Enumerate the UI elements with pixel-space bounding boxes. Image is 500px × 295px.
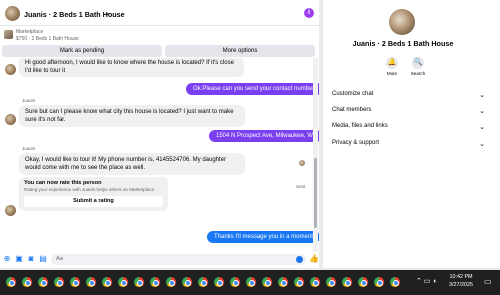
scroll-thumb[interactable] — [314, 158, 317, 228]
chrome-icon[interactable] — [294, 277, 304, 287]
chrome-icon[interactable] — [310, 277, 320, 287]
seen-avatar — [299, 160, 305, 166]
chrome-icon[interactable] — [262, 277, 272, 287]
chrome-icon[interactable] — [182, 277, 192, 287]
mark-as-pending-button[interactable]: Mark as pending — [2, 45, 162, 57]
chrome-icon[interactable] — [38, 277, 48, 287]
chrome-icon[interactable] — [22, 277, 32, 287]
sender-name: Juanis — [22, 98, 36, 103]
rating-card: You can now rate this person Rating your… — [19, 177, 168, 211]
chrome-icon[interactable] — [230, 277, 240, 287]
chrome-icon[interactable] — [86, 277, 96, 287]
like-icon[interactable]: 👍 — [309, 255, 319, 263]
chrome-icon[interactable] — [150, 277, 160, 287]
info-icon[interactable]: i — [304, 8, 314, 18]
emoji-icon[interactable] — [296, 256, 303, 263]
scrollbar[interactable] — [313, 58, 318, 252]
message-placeholder: Aa — [56, 256, 63, 262]
listing-photo — [389, 9, 415, 35]
chrome-icon[interactable] — [102, 277, 112, 287]
sticker-icon[interactable]: ◙ — [27, 255, 35, 263]
chevron-down-icon: ⌄ — [479, 124, 485, 131]
gif-icon[interactable]: ▤ — [39, 255, 47, 263]
info-title: Juanis · 2 Beds 1 Bath House — [352, 39, 454, 48]
chrome-icon[interactable] — [166, 277, 176, 287]
chrome-icon[interactable] — [134, 277, 144, 287]
marketplace-label: Marketplace — [16, 29, 44, 35]
composer: ⊕ ▣ ◙ ▤ Aa 👍 — [0, 252, 319, 268]
section-media-files-links[interactable]: Media, files and links ⌄ — [332, 123, 485, 135]
mute-label: Mute — [386, 71, 398, 76]
section-privacy-support[interactable]: Privacy & support ⌄ — [332, 140, 485, 152]
chrome-icon[interactable] — [6, 277, 16, 287]
message-bubble: Sure but can I please know what city thi… — [19, 105, 245, 127]
tray-icons[interactable]: ⌃ ▭ ◖ — [416, 277, 437, 285]
search-label: Search — [410, 71, 426, 76]
plus-icon[interactable]: ⊕ — [3, 255, 11, 263]
message-bubble: Thanks I'll message you in a moment — [207, 231, 319, 243]
avatar[interactable] — [5, 6, 20, 21]
section-label: Customize chat — [332, 91, 374, 97]
chevron-down-icon: ⌄ — [479, 108, 485, 115]
listing-thumbnail — [4, 30, 13, 39]
image-icon[interactable]: ▣ — [15, 255, 23, 263]
section-label: Privacy & support — [332, 140, 380, 146]
message-bubble: 1504 N Prospect Ave, Milwaukee, WI — [209, 130, 319, 142]
chrome-icon[interactable] — [198, 277, 208, 287]
marketplace-listing[interactable]: Marketplace $750 · 2 Beds 1 Bath House — [0, 27, 319, 44]
avatar — [5, 64, 16, 75]
submit-rating-button[interactable]: Submit a rating — [24, 196, 163, 207]
clock-time: 10:42 PM — [449, 274, 473, 280]
notification-icon[interactable]: ▭ — [484, 277, 494, 287]
chrome-icon[interactable] — [358, 277, 368, 287]
section-label: Media, files and links — [332, 123, 388, 129]
chat-header: Juanis · 2 Beds 1 Bath House ⌄ i — [0, 0, 319, 26]
chat-panel: Juanis · 2 Beds 1 Bath House ⌄ i Marketp… — [0, 0, 319, 268]
rating-subtitle: Rating your experience with Juanis helps… — [24, 187, 156, 192]
chrome-icon[interactable] — [54, 277, 64, 287]
chrome-icon[interactable] — [118, 277, 128, 287]
sent-status: Sent — [296, 184, 306, 189]
chevron-down-icon: ⌄ — [479, 141, 485, 148]
chrome-icon[interactable] — [70, 277, 80, 287]
bell-icon[interactable]: 🔔 — [386, 57, 398, 69]
section-customize-chat[interactable]: Customize chat ⌄ — [332, 91, 485, 103]
message-list: Hi good afternoon, I would like to know … — [0, 58, 319, 252]
chrome-icon[interactable] — [390, 277, 400, 287]
sender-name: Juanis — [22, 146, 36, 151]
rating-title: You can now rate this person — [24, 180, 102, 186]
message-bubble: Hi good afternoon, I would like to know … — [19, 58, 244, 77]
message-bubble: Ok.Please can you send your contact numb… — [186, 83, 319, 95]
chevron-down-icon[interactable]: ⌄ — [104, 8, 111, 17]
chrome-icon[interactable] — [246, 277, 256, 287]
section-chat-members[interactable]: Chat members ⌄ — [332, 107, 485, 119]
message-bubble: Okay, I would like to tour it! My phone … — [19, 153, 245, 175]
clock-date: 3/27/2025 — [449, 282, 473, 288]
more-options-button[interactable]: More options — [165, 45, 315, 57]
clock[interactable]: 10:42 PM 3/27/2025 — [446, 273, 476, 289]
info-panel: Juanis · 2 Beds 1 Bath House 🔔 Mute 🔍 Se… — [323, 0, 500, 268]
chrome-icon[interactable] — [214, 277, 224, 287]
listing-subtitle: $750 · 2 Beds 1 Bath House — [16, 36, 79, 42]
chrome-icon[interactable] — [278, 277, 288, 287]
chrome-icon[interactable] — [326, 277, 336, 287]
taskbar: ⌃ ▭ ◖ 10:42 PM 3/27/2025 ▭ — [0, 270, 500, 295]
section-label: Chat members — [332, 107, 372, 113]
avatar — [5, 205, 16, 216]
chevron-down-icon: ⌄ — [479, 92, 485, 99]
avatar — [5, 114, 16, 125]
chrome-icon[interactable] — [374, 277, 384, 287]
chrome-icon[interactable] — [342, 277, 352, 287]
message-input[interactable]: Aa — [51, 254, 306, 265]
search-icon[interactable]: 🔍 — [412, 57, 424, 69]
